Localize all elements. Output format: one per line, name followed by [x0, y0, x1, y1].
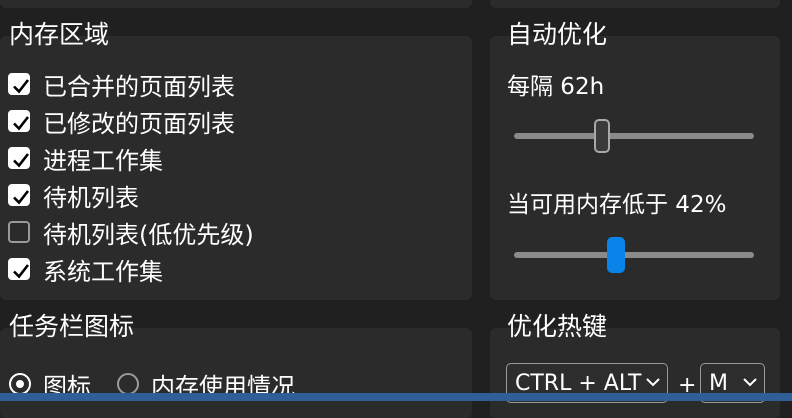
checkbox-checked-icon[interactable] [8, 73, 30, 95]
checkbox-combined-page-list[interactable]: 已合并的页面列表 [8, 69, 235, 101]
checkbox-checked-icon[interactable] [8, 258, 30, 280]
interval-slider-track[interactable] [514, 133, 754, 139]
checkbox-label: 待机列表(低优先级) [43, 220, 254, 249]
checkbox-label: 系统工作集 [43, 257, 163, 286]
checkbox-label: 待机列表 [43, 183, 139, 212]
modifier-value: CTRL + ALT [515, 370, 642, 396]
checkbox-unchecked-icon[interactable] [8, 221, 30, 243]
auto-optimize-title: 自动优化 [507, 20, 608, 49]
key-value: M [709, 370, 728, 396]
threshold-slider-thumb[interactable] [607, 237, 625, 273]
interval-label: 每隔 62h [507, 74, 605, 100]
checkbox-checked-icon[interactable] [8, 147, 30, 169]
threshold-label: 当可用内存低于 42% [507, 192, 727, 218]
chevron-down-icon [646, 378, 660, 387]
chevron-down-icon [743, 378, 757, 387]
checkbox-standby-list-low-priority[interactable]: 待机列表(低优先级) [8, 217, 254, 249]
checkbox-modified-page-list[interactable]: 已修改的页面列表 [8, 106, 235, 138]
footer-bar [0, 393, 792, 401]
checkbox-checked-icon[interactable] [8, 184, 30, 206]
threshold-slider-track[interactable] [514, 252, 754, 258]
checkbox-label: 进程工作集 [43, 146, 163, 175]
taskbar-icon-title: 任务栏图标 [9, 312, 135, 341]
memory-areas-title: 内存区域 [9, 20, 110, 49]
radio-selected-icon[interactable] [9, 373, 31, 395]
checkbox-system-working-set[interactable]: 系统工作集 [8, 254, 163, 286]
previous-card-left [0, 0, 472, 8]
previous-card-right [490, 0, 780, 8]
radio-unselected-icon[interactable] [117, 373, 139, 395]
hotkey-title: 优化热键 [507, 312, 608, 341]
checkbox-process-working-set[interactable]: 进程工作集 [8, 143, 163, 175]
checkbox-label: 已修改的页面列表 [43, 109, 235, 138]
checkbox-standby-list[interactable]: 待机列表 [8, 180, 139, 212]
checkbox-label: 已合并的页面列表 [43, 72, 235, 101]
interval-slider-thumb[interactable] [594, 119, 610, 153]
checkbox-checked-icon[interactable] [8, 110, 30, 132]
